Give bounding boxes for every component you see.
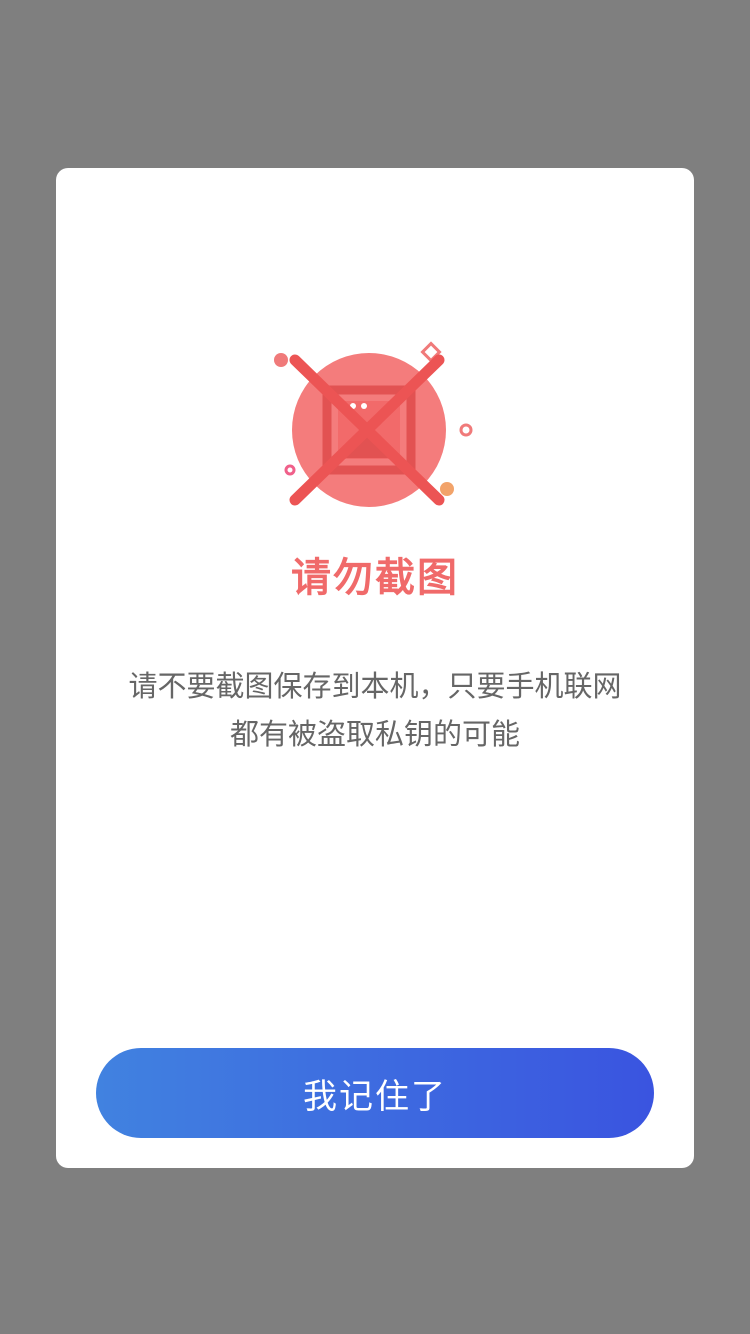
no-screenshot-icon [262, 335, 488, 521]
dialog-message-line-2: 都有被盗取私钥的可能 [229, 717, 520, 751]
confirm-button[interactable]: 我记住了 [96, 1048, 654, 1138]
dialog-title: 请勿截图 [291, 555, 459, 601]
dialog-message: 请不要截图保存到本机，只要手机联网 都有被盗取私钥的可能 [96, 662, 654, 758]
dialog-message-line-1: 请不要截图保存到本机，只要手机联网 [128, 669, 622, 703]
